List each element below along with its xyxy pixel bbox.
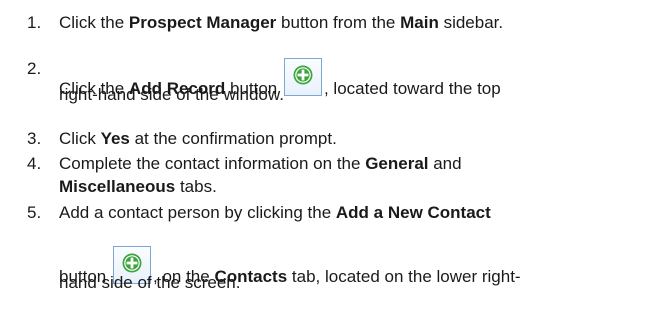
step-text-continued-2: hand side of the screen. xyxy=(59,273,241,292)
step-number: 5. xyxy=(27,203,42,222)
step-number: 4. xyxy=(27,154,42,173)
step-number: 1. xyxy=(27,13,42,32)
add-record-icon xyxy=(283,58,322,96)
add-a-new-contact-label: Add a New Contact xyxy=(335,203,491,222)
step-text: Add a contact person by clicking the Add… xyxy=(59,203,491,222)
step-text: Click the Prospect Manager button from t… xyxy=(59,13,504,32)
prospect-manager-label: Prospect Manager xyxy=(128,13,277,32)
main-sidebar-label: Main xyxy=(400,13,439,32)
step-text: Complete the contact information on the … xyxy=(59,154,462,173)
general-tab-label: General xyxy=(365,154,429,173)
step-text-continued: Miscellaneous tabs. xyxy=(59,177,217,196)
step-number: 2. xyxy=(27,59,42,78)
yes-label: Yes xyxy=(100,129,130,148)
step-text: Click Yes at the confirmation prompt. xyxy=(59,129,337,148)
step-text-continued: right-hand side of the window. xyxy=(59,85,284,104)
miscellaneous-tab-label: Miscellaneous xyxy=(59,177,176,196)
instructions-document: 1. Click the Prospect Manager button fro… xyxy=(0,0,664,316)
step-number: 3. xyxy=(27,129,42,148)
